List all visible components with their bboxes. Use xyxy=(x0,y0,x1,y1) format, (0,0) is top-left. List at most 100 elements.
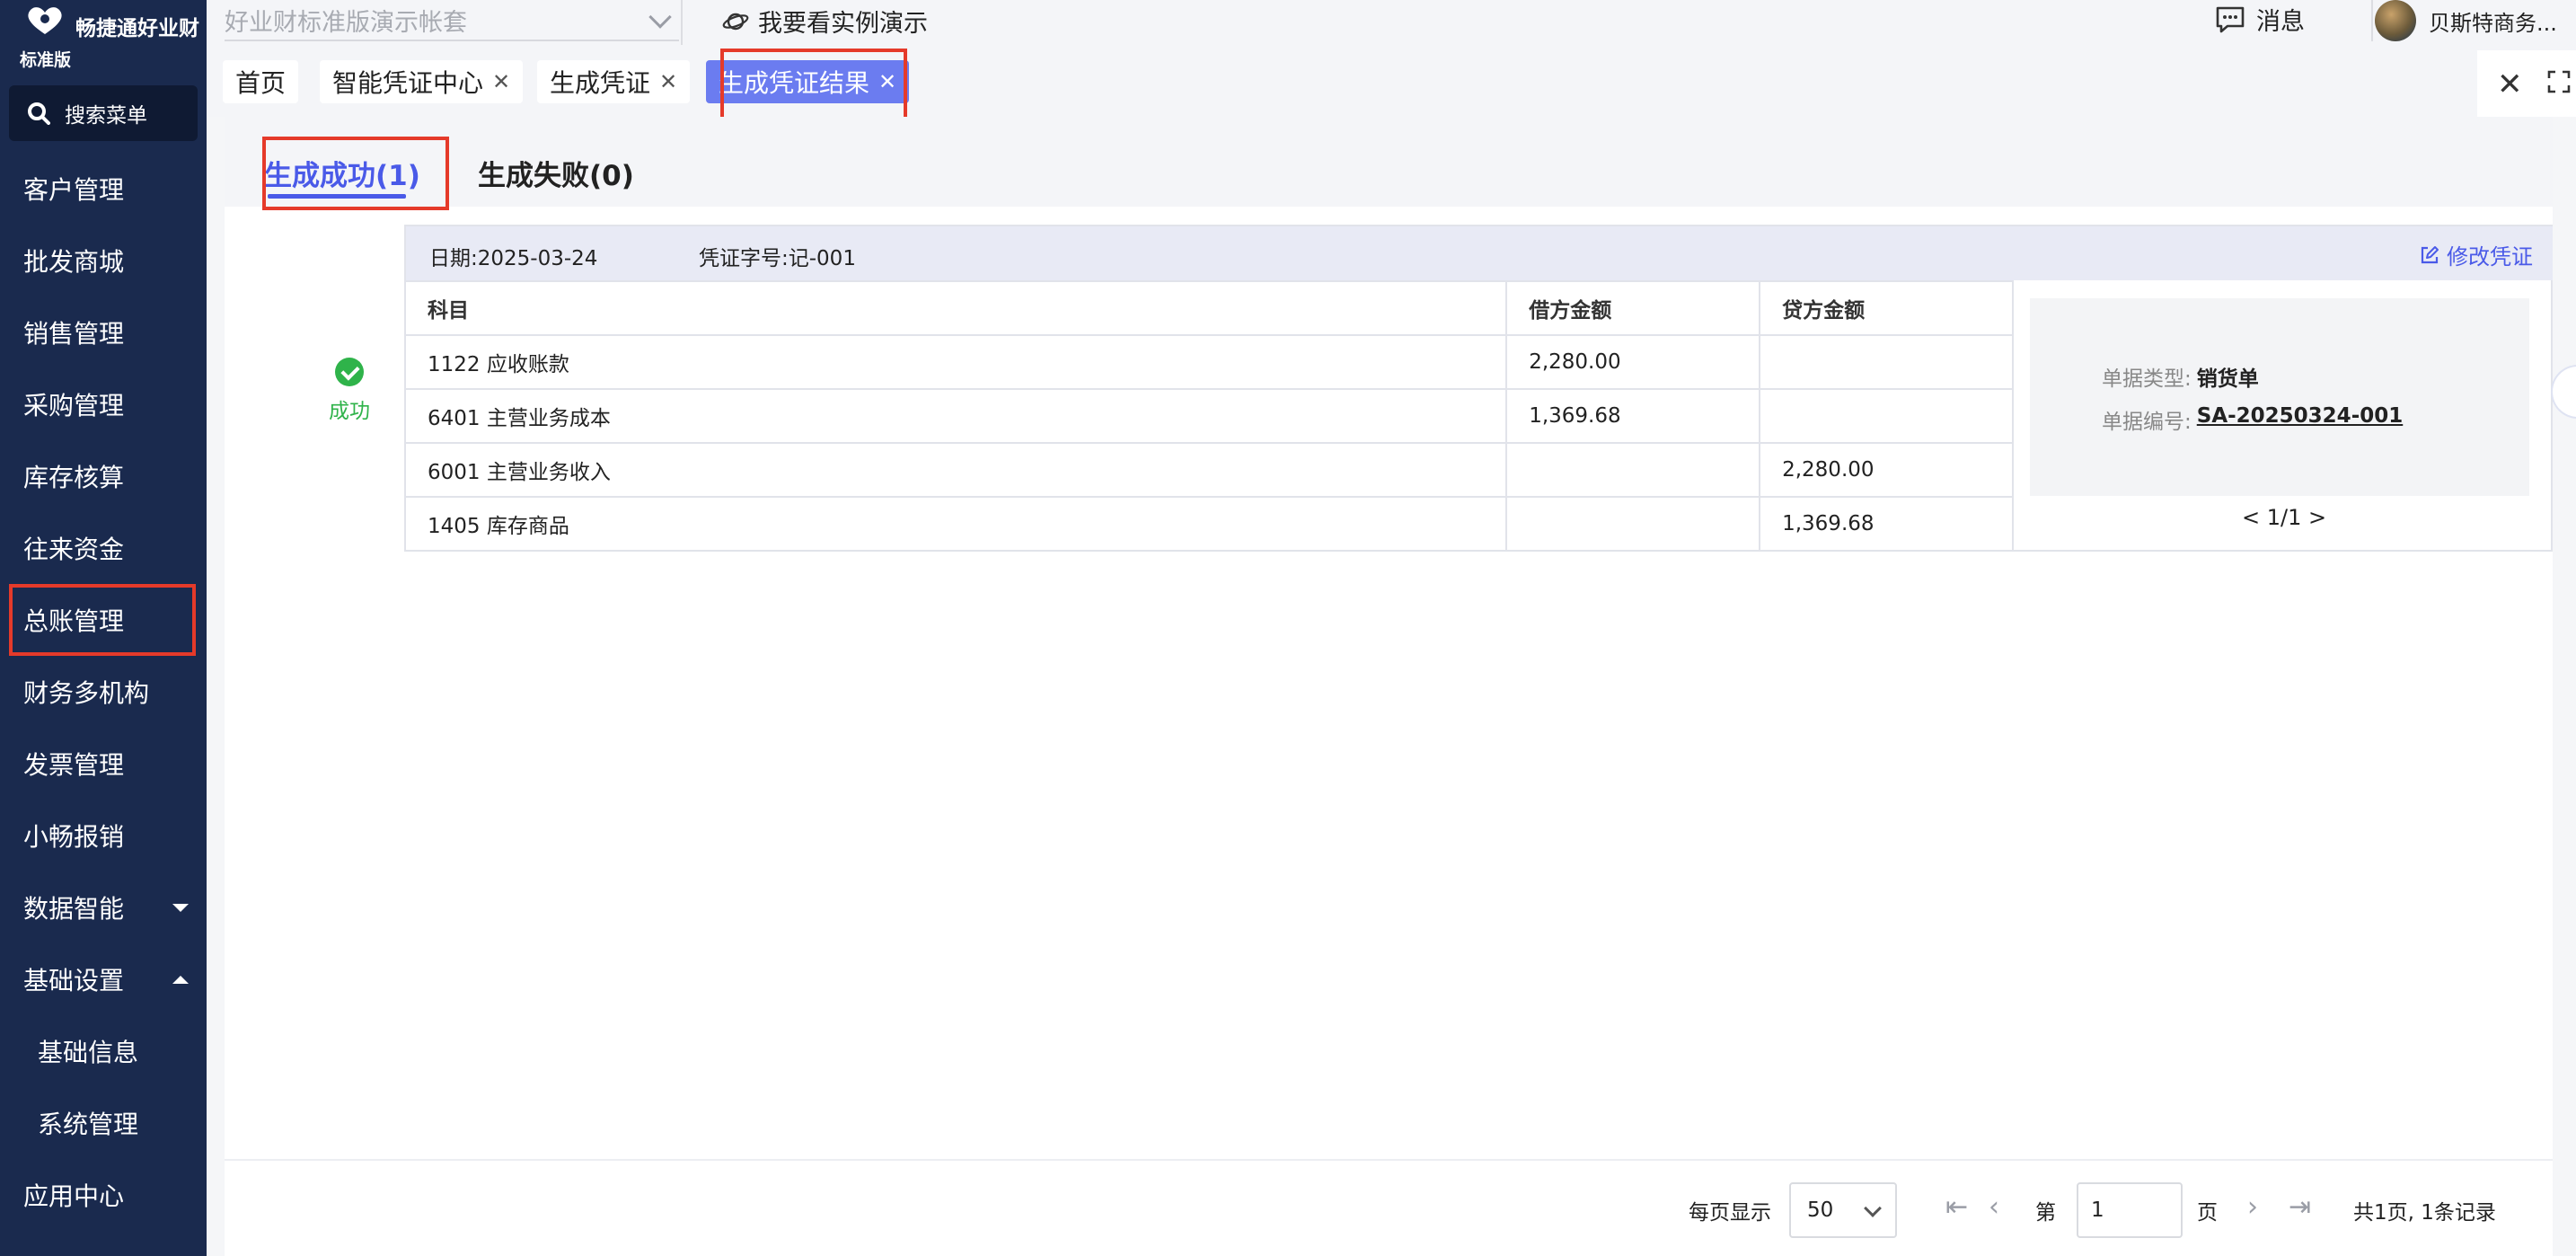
tab-success[interactable]: 生成成功(1) xyxy=(264,153,420,193)
success-check-icon xyxy=(335,358,364,386)
tabs-row: 首页 智能凭证中心 ✕ 生成凭证 ✕ 生成凭证结果 ✕ ✕ xyxy=(207,50,2576,117)
doc-no-row: 单据编号: SA-20250324-001 xyxy=(2102,404,2403,435)
pagination-bar: 每页显示 50 ⇤ ‹ 第 1 页 › ⇥ 共1页, 1条记录 xyxy=(225,1159,2553,1256)
tab-voucher-result[interactable]: 生成凭证结果 ✕ xyxy=(706,60,910,103)
messages-button[interactable]: 消息 xyxy=(2215,2,2305,37)
menu-list: 客户管理 批发商城 销售管理 采购管理 库存核算 往来资金 总账管理 财务多机构… xyxy=(0,153,207,1231)
tab-home[interactable]: 首页 xyxy=(223,60,299,103)
pagination-summary: 共1页, 1条记录 xyxy=(2353,1201,2496,1225)
menu-item-funds[interactable]: 往来资金 xyxy=(0,512,207,584)
menu-item-app-center[interactable]: 应用中心 xyxy=(0,1159,207,1231)
close-all-icon[interactable]: ✕ xyxy=(2497,66,2523,102)
menu-item-inventory[interactable]: 库存核算 xyxy=(0,440,207,512)
avatar xyxy=(2375,0,2416,41)
messages-label: 消息 xyxy=(2256,8,2305,36)
status-text: 成功 xyxy=(329,400,370,423)
tab-label: 智能凭证中心 xyxy=(332,68,484,98)
close-icon[interactable]: ✕ xyxy=(878,69,896,94)
menu-item-label: 财务多机构 xyxy=(23,678,150,708)
menu-item-label: 销售管理 xyxy=(23,319,125,349)
chevron-down-icon xyxy=(1864,1199,1882,1217)
voucher-status: 成功 xyxy=(300,358,399,424)
next-page-icon[interactable]: › xyxy=(2247,1191,2258,1223)
main-content: 生成成功(1) 生成失败(0) 成功 日期:2025-03-24 凭证字号:记-… xyxy=(225,117,2576,1256)
page-input[interactable]: 1 xyxy=(2077,1182,2183,1238)
page-input-value: 1 xyxy=(2091,1199,2104,1222)
menu-item-label: 基础信息 xyxy=(38,1038,139,1067)
edit-icon xyxy=(2421,245,2439,263)
cell-account: 6401 主营业务成本 xyxy=(406,388,1508,444)
doc-pager[interactable]: < 1/1 > xyxy=(2242,505,2326,530)
menu-item-purchase[interactable]: 采购管理 xyxy=(0,368,207,440)
cell-credit xyxy=(1759,334,2014,390)
per-page-value: 50 xyxy=(1807,1199,1834,1222)
demo-link-label: 我要看实例演示 xyxy=(758,10,928,38)
tab-label: 首页 xyxy=(235,68,287,98)
app-logo[interactable]: 畅捷通好业财 标准版 xyxy=(0,0,207,74)
menu-item-general-ledger[interactable]: 总账管理 xyxy=(0,584,207,656)
table-row: 6401 主营业务成本 1,369.68 xyxy=(406,388,2014,444)
menu-item-label: 发票管理 xyxy=(23,750,125,780)
menu-item-customer[interactable]: 客户管理 xyxy=(0,153,207,225)
sidebar: 畅捷通好业财 标准版 搜索菜单 客户管理 批发商城 销售管理 采购管理 库存核算… xyxy=(0,0,207,1256)
menu-item-multi-org[interactable]: 财务多机构 xyxy=(0,656,207,728)
menu-item-label: 数据智能 xyxy=(23,894,125,924)
menu-item-basic-info[interactable]: 基础信息 xyxy=(0,1015,207,1087)
prev-page-icon[interactable]: ‹ xyxy=(1989,1191,1999,1223)
edit-voucher-label: 修改凭证 xyxy=(2447,244,2533,270)
doc-no-link[interactable]: SA-20250324-001 xyxy=(2197,404,2404,435)
menu-item-sales[interactable]: 销售管理 xyxy=(0,296,207,368)
close-icon[interactable]: ✕ xyxy=(492,69,510,94)
menu-item-wholesale[interactable]: 批发商城 xyxy=(0,225,207,296)
user-name: 贝斯特商务... xyxy=(2429,10,2557,36)
cell-credit: 2,280.00 xyxy=(1759,442,2014,498)
table-row: 6001 主营业务收入 2,280.00 xyxy=(406,442,2014,498)
menu-item-data-intel[interactable]: 数据智能 xyxy=(0,871,207,943)
fullscreen-icon[interactable] xyxy=(2547,70,2571,93)
table-header-row: 科目 借方金额 贷方金额 xyxy=(406,280,2014,336)
cell-debit: 1,369.68 xyxy=(1505,388,1761,444)
tab-failed[interactable]: 生成失败(0) xyxy=(478,153,634,193)
voucher-number: 凭证字号:记-001 xyxy=(699,247,856,270)
account-select-value: 好业财标准版演示帐套 xyxy=(225,8,467,37)
active-tab-indicator xyxy=(268,194,406,199)
source-document-panel: 单据类型: 销货单 单据编号: SA-20250324-001 xyxy=(2030,298,2529,496)
doc-type-row: 单据类型: 销货单 xyxy=(2102,361,2259,392)
table-row: 1122 应收账款 2,280.00 xyxy=(406,334,2014,390)
col-debit: 借方金额 xyxy=(1505,280,1761,336)
topbar-divider xyxy=(2371,0,2373,41)
tab-generate-voucher[interactable]: 生成凭证 ✕ xyxy=(537,60,691,103)
per-page-select[interactable]: 50 xyxy=(1789,1182,1897,1238)
cell-account: 1122 应收账款 xyxy=(406,334,1508,390)
last-page-icon[interactable]: ⇥ xyxy=(2289,1191,2311,1223)
tab-label: 生成凭证 xyxy=(550,68,651,98)
doc-type-value: 销货单 xyxy=(2196,367,2259,391)
account-select[interactable]: 好业财标准版演示帐套 xyxy=(225,0,679,41)
cell-debit xyxy=(1505,442,1761,498)
tabs-controls: ✕ xyxy=(2477,50,2576,117)
chevron-down-icon xyxy=(648,5,672,29)
voucher-date: 日期:2025-03-24 xyxy=(429,247,598,270)
menu-item-expense[interactable]: 小畅报销 xyxy=(0,800,207,871)
topbar-divider xyxy=(681,0,683,45)
edit-voucher-button[interactable]: 修改凭证 xyxy=(2420,239,2533,270)
menu-item-invoice[interactable]: 发票管理 xyxy=(0,728,207,800)
menu-item-label: 往来资金 xyxy=(23,535,125,564)
doc-no-label: 单据编号: xyxy=(2102,411,2192,434)
menu-search[interactable]: 搜索菜单 xyxy=(9,85,198,141)
logo-icon xyxy=(28,7,62,34)
cell-debit: 2,280.00 xyxy=(1505,334,1761,390)
menu-item-label: 库存核算 xyxy=(23,463,125,492)
page-prefix: 第 xyxy=(2035,1201,2056,1225)
close-icon[interactable]: ✕ xyxy=(659,69,677,94)
menu-item-system[interactable]: 系统管理 xyxy=(0,1087,207,1159)
tab-smart-voucher-center[interactable]: 智能凭证中心 ✕ xyxy=(320,60,524,103)
page-suffix: 页 xyxy=(2197,1201,2218,1225)
user-menu[interactable]: 贝斯特商务... xyxy=(2375,0,2557,41)
first-page-icon[interactable]: ⇤ xyxy=(1945,1191,1968,1223)
demo-link[interactable]: 我要看实例演示 xyxy=(722,4,928,39)
floating-assistant-button[interactable] xyxy=(2551,365,2576,419)
menu-item-basic-settings[interactable]: 基础设置 xyxy=(0,943,207,1015)
voucher-table: 科目 借方金额 贷方金额 1122 应收账款 2,280.00 6401 主营业… xyxy=(406,280,2014,552)
cell-account: 6001 主营业务收入 xyxy=(406,442,1508,498)
